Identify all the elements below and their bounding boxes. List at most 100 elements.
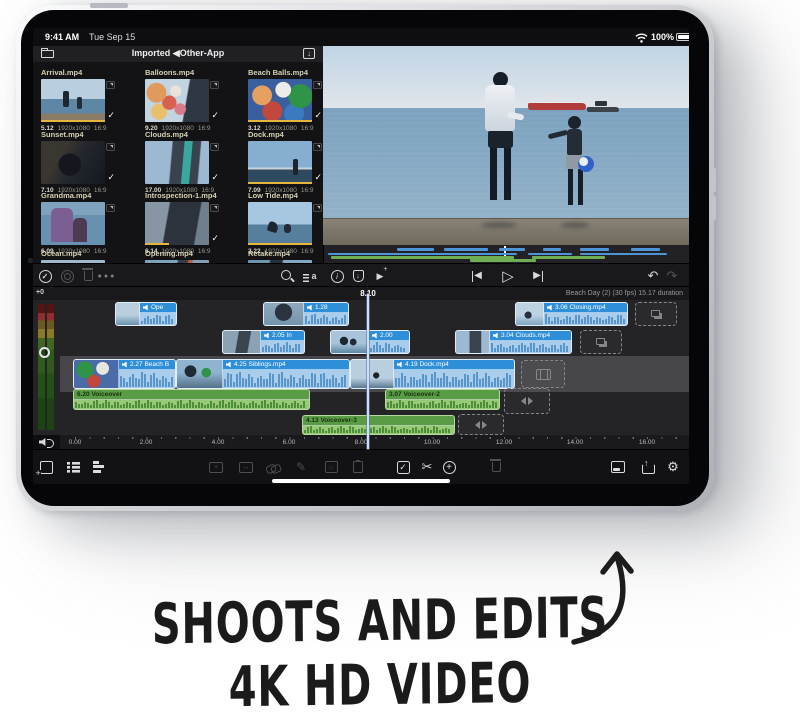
transition-placeholder[interactable] — [635, 302, 677, 326]
battery-percent: 100% — [651, 32, 674, 42]
timeline-clip-introspection[interactable]: 2.05 In — [222, 330, 305, 354]
media-clip-grandma[interactable]: Grandma.mp4 6.091920x108016:9 — [41, 191, 133, 255]
volume-down-button[interactable] — [712, 196, 716, 220]
link-icon[interactable] — [264, 458, 282, 476]
clip-name: Grandma.mp4 — [41, 191, 133, 200]
export-media-icon[interactable] — [609, 458, 627, 476]
media-clip-retake[interactable]: Retake.mp4 — [248, 249, 323, 263]
sort-icon[interactable]: a — [302, 268, 318, 284]
timeline-clip-128[interactable]: 1.28 — [263, 302, 349, 326]
power-button[interactable] — [90, 3, 128, 8]
clip-name: Clouds.mp4 — [145, 130, 237, 139]
ruler-tick: 14.00 — [562, 439, 588, 446]
checkmark-icon: ✓ — [211, 172, 219, 183]
video-placeholder[interactable] — [521, 360, 565, 388]
volume-knob[interactable] — [39, 347, 50, 358]
share-icon[interactable] — [638, 458, 656, 476]
record-icon[interactable] — [59, 268, 75, 284]
ruler-tick: 8.00 — [348, 439, 374, 446]
more-options-icon[interactable]: ●●● — [99, 268, 115, 284]
clip-thumbnail: ✓ — [41, 79, 105, 122]
home-indicator[interactable] — [272, 479, 450, 483]
media-clip-arrival[interactable]: Arrival.mp4 ✓ 5.121920x108016:9 — [41, 68, 133, 132]
timeline-clip-beach-balls[interactable]: 2.27 Beach B — [73, 359, 176, 389]
timeline-clip-siblings[interactable]: 4.25 Siblings.mp4 — [176, 359, 350, 389]
checkmark-icon: ✓ — [211, 233, 219, 244]
timeline-audio-voiceover[interactable]: 6.20 Voiceover — [73, 389, 310, 410]
audio-placeholder[interactable] — [504, 388, 550, 414]
playhead[interactable] — [367, 294, 369, 449]
checkmark-icon: ✓ — [314, 172, 322, 183]
search-icon[interactable] — [279, 268, 295, 284]
transition-placeholder[interactable] — [580, 330, 622, 354]
track-layout-icon[interactable] — [91, 458, 109, 476]
caption: SHOOTS AND EDITS 4K HD VIDEO — [0, 592, 760, 714]
edit-pencil-icon[interactable]: ✎ — [292, 458, 310, 476]
timeline-clip-clouds[interactable]: 3.04 Clouds.mp4 — [455, 330, 572, 354]
select-icon[interactable]: ✓ — [394, 458, 412, 476]
media-clip-dock[interactable]: Dock.mp4 ✓ 7.091920x108016:9 — [248, 130, 323, 194]
library-trash-icon[interactable] — [80, 268, 96, 284]
undo-icon[interactable]: ↶ — [645, 268, 661, 284]
clip-name: Low Tide.mp4 — [248, 191, 323, 200]
preview-red-boat — [528, 94, 586, 110]
settings-gear-icon[interactable]: ⚙ — [664, 458, 682, 476]
media-clip-clouds[interactable]: Clouds.mp4 ✓ 17.001920x108016:9 — [145, 130, 237, 194]
media-badge-icon — [106, 81, 115, 89]
clip-thumbnail: ✓ — [145, 141, 209, 184]
info-icon[interactable]: i — [329, 268, 345, 284]
overwrite-icon[interactable]: ↔ — [237, 458, 255, 476]
safe-area-icon[interactable]: ↓ — [350, 268, 366, 284]
media-clip-sunset[interactable]: Sunset.mp4 ✓ 7.101920x108016:9 — [41, 130, 133, 194]
clipboard-icon[interactable] — [349, 458, 367, 476]
media-clip-opening[interactable]: Opening.mp4 — [145, 249, 237, 263]
multi-select-icon[interactable]: ✓ — [37, 268, 53, 284]
audio-placeholder[interactable] — [458, 414, 504, 435]
clock: 9:41 AM — [45, 32, 79, 42]
cut-icon[interactable]: ✂ — [418, 458, 436, 476]
clip-thumbnail: ✓ — [41, 141, 105, 184]
skip-forward-icon[interactable]: ▶ — [530, 268, 546, 284]
media-clip-ocean[interactable]: Ocean.mp4 — [41, 249, 133, 263]
insert-icon[interactable]: + — [207, 458, 225, 476]
clip-thumbnail: ✓ — [145, 202, 209, 245]
clip-name: Retake.mp4 — [248, 249, 323, 258]
timeline-clip-dock[interactable]: 4.19 Dock.mp4 — [350, 359, 515, 389]
caption-line2: 4K HD VIDEO — [76, 648, 684, 722]
clip-thumbnail: ✓ — [248, 141, 312, 184]
import-icon[interactable]: ↓ — [303, 48, 315, 59]
timeline-audio-voiceover3[interactable]: 4.13 Voiceover-3 — [302, 415, 455, 435]
delete-icon[interactable] — [487, 458, 505, 476]
add-to-timeline-icon[interactable] — [37, 458, 55, 476]
redo-icon[interactable]: ↷ — [664, 268, 680, 284]
add-marker-icon[interactable]: ▶ — [372, 268, 388, 284]
media-library: Imported ◀Other-App ↓ Arrival.mp4 ✓ 5.12… — [33, 46, 323, 263]
media-clip-low-tide[interactable]: Low Tide.mp4 2.221920x108016:9 — [248, 191, 323, 255]
favorite-box-icon[interactable]: ☆ — [322, 458, 340, 476]
timeline-clip-200[interactable]: 2.00 — [330, 330, 410, 354]
checkmark-icon: ✓ — [211, 110, 219, 121]
media-clip-introspection[interactable]: Introspection-1.mp4 ✓ 6.141920x108016:9 — [145, 191, 237, 255]
media-clip-beach-balls[interactable]: Beach Balls.mp4 ✓ 3.121920x108016:9 — [248, 68, 323, 132]
skip-back-icon[interactable]: ◀ — [469, 268, 485, 284]
video-preview[interactable] — [323, 46, 689, 245]
add-icon[interactable]: + — [440, 458, 458, 476]
preview-man-figure — [481, 72, 519, 222]
volume-up-button[interactable] — [712, 168, 716, 192]
preview-boy-figure — [556, 116, 596, 222]
timeline-clip-closing[interactable]: 3.06 Closing.mp4 — [515, 302, 628, 326]
timeline-overview[interactable] — [323, 245, 689, 263]
media-clip-balloons[interactable]: Balloons.mp4 ✓ 9.201920x108016:9 — [145, 68, 237, 132]
library-title[interactable]: Imported ◀Other-App — [33, 48, 323, 59]
media-badge-icon — [210, 81, 219, 89]
battery-icon — [676, 33, 689, 41]
timeline-clip-opening[interactable]: Ope — [115, 302, 177, 326]
play-icon[interactable]: ▷ — [500, 268, 516, 284]
speaker-icon[interactable] — [39, 437, 51, 447]
time-ruler[interactable]: 0.00 2.00 4.00 6.00 8.00 10.00 12.00 14.… — [60, 435, 689, 449]
preview-ball — [578, 156, 594, 172]
storyboard-icon[interactable] — [64, 458, 82, 476]
clip-thumbnail — [248, 202, 312, 245]
media-badge-icon — [313, 81, 322, 89]
timeline-audio-voiceover2[interactable]: 3.07 Voiceover-2 — [385, 389, 500, 410]
